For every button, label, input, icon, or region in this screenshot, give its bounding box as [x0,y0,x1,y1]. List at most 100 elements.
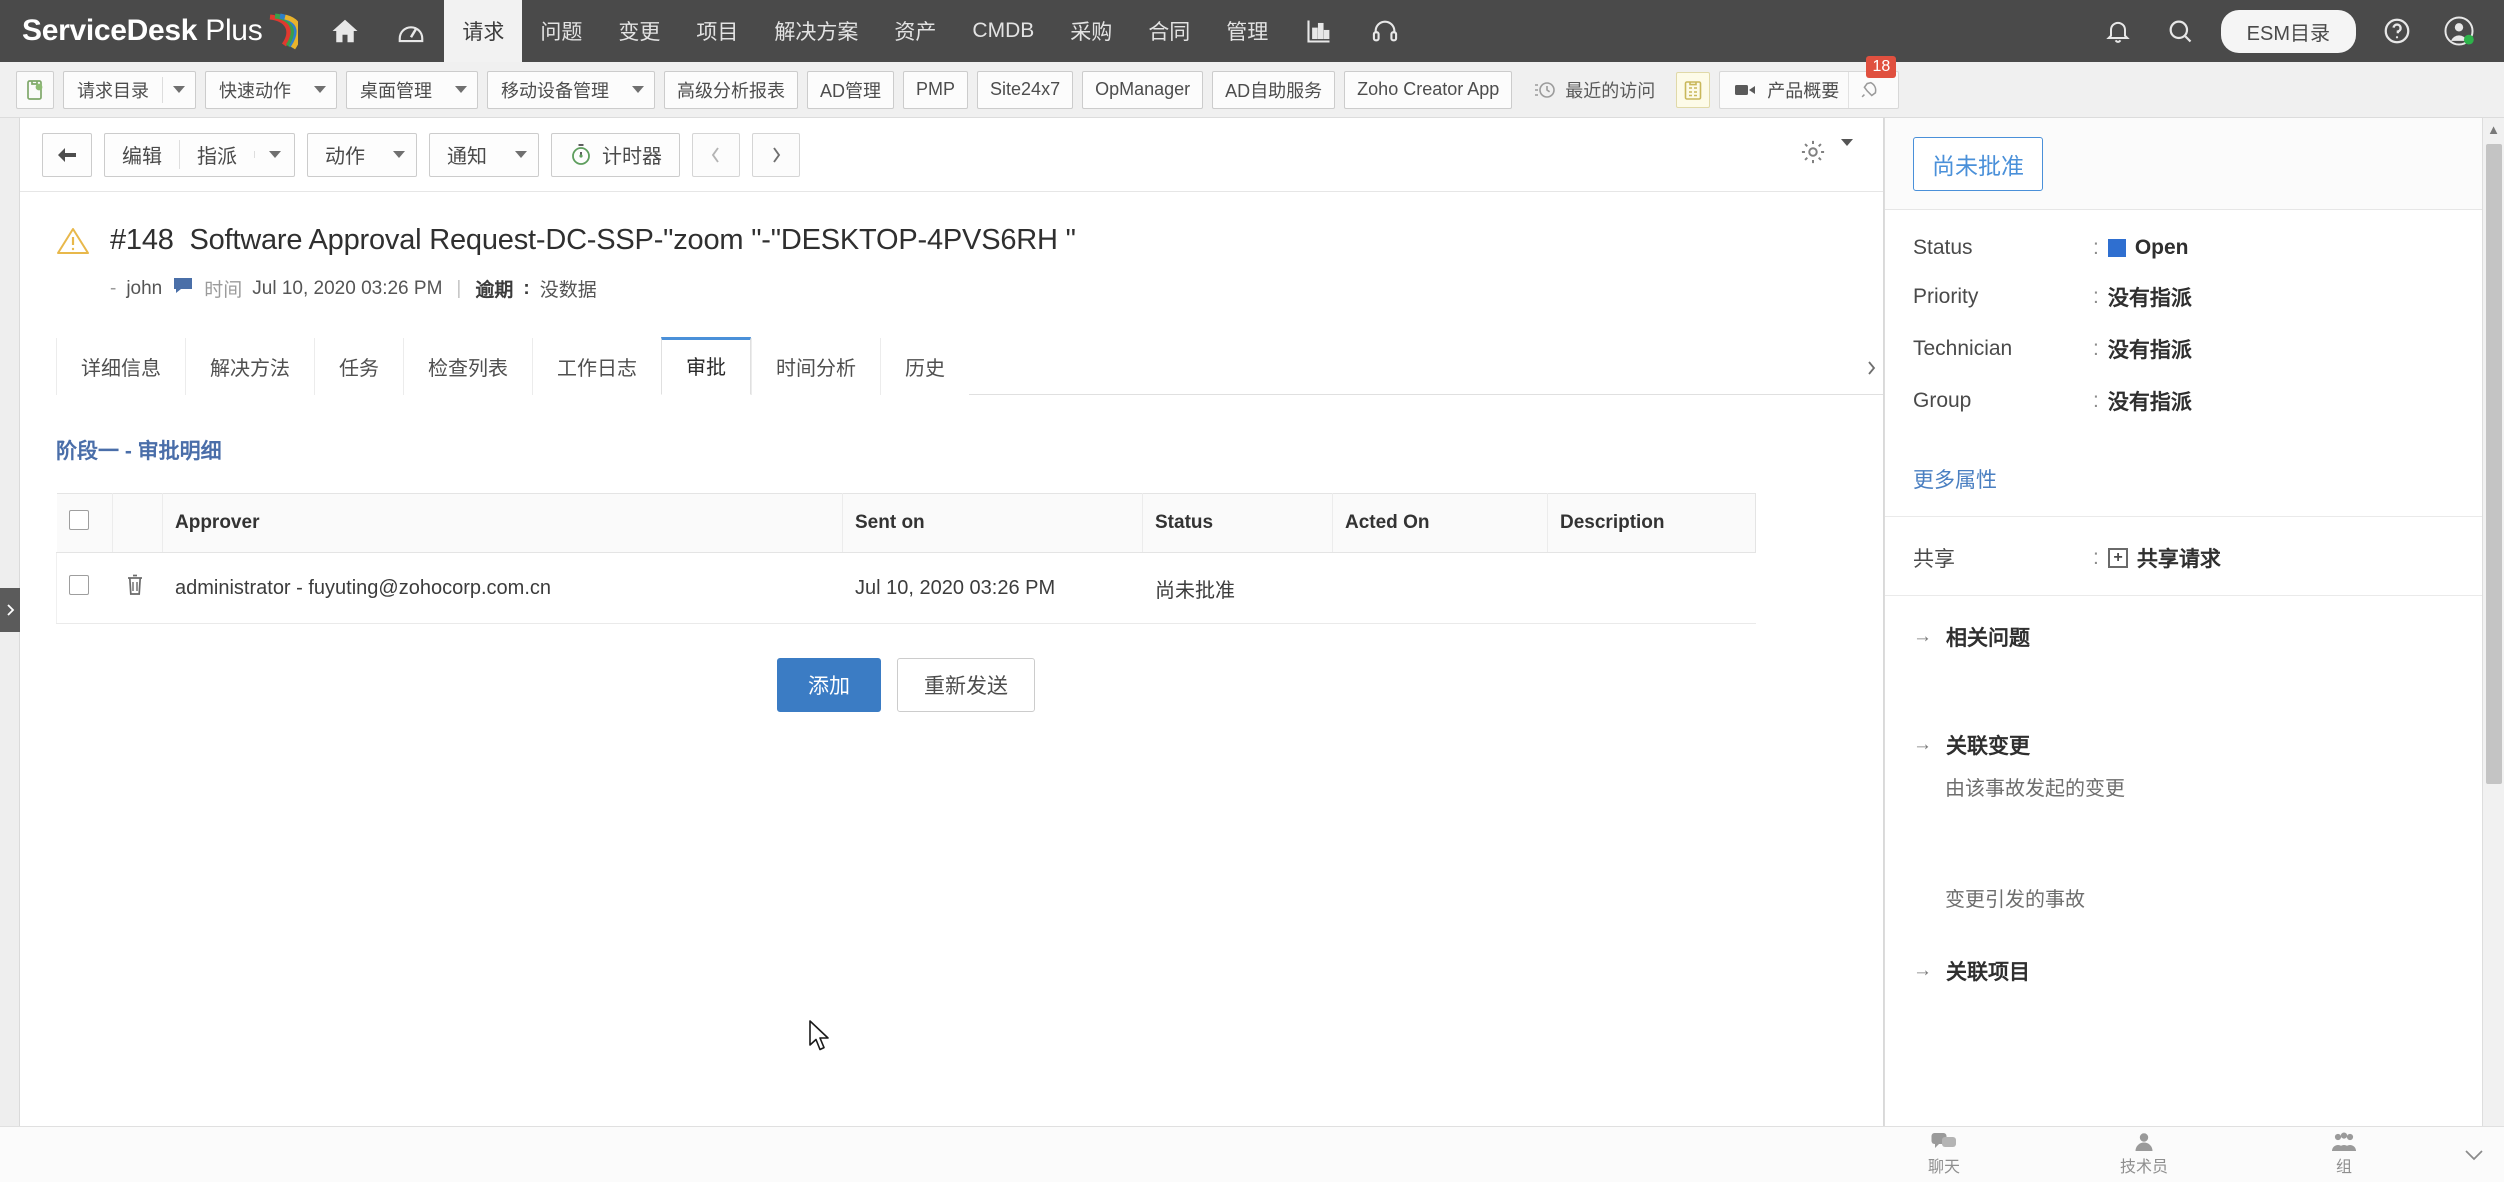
previous-request-button[interactable] [692,133,740,177]
scroll-up-arrow-icon[interactable]: ▲ [2483,118,2504,140]
zoho-creator-app-button[interactable]: Zoho Creator App [1344,71,1512,109]
related-changes-header[interactable]: → 关联变更 [1913,730,2476,760]
next-request-button[interactable] [752,133,800,177]
chevron-down-icon[interactable] [504,151,538,158]
more-properties-link[interactable]: 更多属性 [1913,464,1997,494]
request-catalog-icon[interactable] [16,71,54,109]
chevron-down-icon[interactable] [445,86,477,93]
table-row[interactable]: administrator - fuyuting@zohocorp.com.cn… [57,553,1756,624]
pmp-button[interactable]: PMP [903,71,968,109]
select-all-checkbox[interactable] [69,510,89,530]
related-projects-header[interactable]: → 关联项目 [1913,956,2476,986]
stage-title: 阶段一 - 审批明细 [56,435,1847,465]
change-initiated-by-incident[interactable]: 由该事故发起的变更 [1913,772,2476,801]
actions-dropdown[interactable]: 动作 [307,133,417,177]
quick-actions-dropdown[interactable]: 快速动作 [205,71,337,109]
trash-icon[interactable] [125,580,145,602]
ad-selfservice-button[interactable]: AD自助服务 [1212,71,1335,109]
esm-directory-button[interactable]: ESM目录 [2221,10,2356,53]
mobile-device-management-dropdown[interactable]: 移动设备管理 [487,71,655,109]
resend-button[interactable]: 重新发送 [897,658,1035,712]
product-overview-button[interactable]: 产品概要 18 [1719,71,1899,109]
column-description[interactable]: Description [1548,494,1756,553]
edit-button[interactable]: 编辑 [105,140,179,169]
tab-resolution[interactable]: 解决方法 [185,338,314,395]
field-technician-value[interactable]: 没有指派 [2108,334,2192,364]
field-priority-value[interactable]: 没有指派 [2108,282,2192,312]
field-status-value-wrap[interactable]: Open [2108,236,2189,260]
chat-panel-button[interactable]: 聊天 [1844,1132,2044,1177]
search-icon[interactable] [2149,17,2211,45]
technician-panel-button[interactable]: 技术员 [2044,1132,2244,1177]
user-avatar-icon[interactable] [2428,15,2490,47]
status-badge[interactable]: 尚未批准 [1913,137,2043,191]
home-icon[interactable] [312,0,378,62]
tab-checklist[interactable]: 检查列表 [403,338,532,395]
tab-time-analysis[interactable]: 时间分析 [751,338,880,395]
ad-management-button[interactable]: AD管理 [807,71,894,109]
share-request-button[interactable]: + 共享请求 [2108,543,2221,573]
dashboard-gauge-icon[interactable] [378,0,444,62]
nav-item-changes[interactable]: 变更 [600,0,678,62]
bell-icon[interactable] [2087,17,2149,45]
nav-item-contracts[interactable]: 合同 [1130,0,1208,62]
notify-dropdown[interactable]: 通知 [429,133,539,177]
rocket-icon[interactable]: 18 [1848,72,1888,108]
add-approver-button[interactable]: 添加 [777,658,881,712]
tab-worklog[interactable]: 工作日志 [532,338,661,395]
tab-details[interactable]: 详细信息 [56,338,185,395]
column-acted-on[interactable]: Acted On [1333,494,1548,553]
tab-history[interactable]: 历史 [880,338,969,395]
column-status[interactable]: Status [1143,494,1333,553]
advanced-analytics-button[interactable]: 高级分析报表 [664,71,798,109]
chevron-down-icon[interactable] [1841,146,1853,164]
column-approver[interactable]: Approver [163,494,843,553]
bar-chart-icon[interactable] [1286,0,1352,62]
brand-logo[interactable]: ServiceDesk Plus [0,0,312,62]
chevron-down-icon[interactable] [304,86,336,93]
page-scrollbar[interactable]: ▲ [2482,118,2504,1126]
nav-item-requests[interactable]: 请求 [444,0,522,62]
incident-caused-by-change[interactable]: 变更引发的事故 [1913,883,2476,912]
scrollbar-thumb[interactable] [2486,144,2502,784]
site24x7-button[interactable]: Site24x7 [977,71,1073,109]
request-catalog-dropdown[interactable]: 请求目录 [63,71,196,109]
chevron-down-icon[interactable] [622,86,654,93]
nav-item-projects[interactable]: 项目 [678,0,756,62]
expand-sidebar-button[interactable] [0,588,20,632]
opmanager-button[interactable]: OpManager [1082,71,1203,109]
comment-bubble-icon[interactable] [172,276,194,302]
timer-button[interactable]: 计时器 [551,133,680,177]
nav-item-purchase[interactable]: 采购 [1052,0,1130,62]
row-checkbox[interactable] [69,575,89,595]
chevron-down-icon[interactable] [163,86,195,93]
nav-item-problems[interactable]: 问题 [522,0,600,62]
question-mark-icon[interactable] [2366,16,2428,46]
chevron-down-icon[interactable] [254,151,294,158]
edit-assign-group[interactable]: 编辑 指派 [104,133,295,177]
gear-icon[interactable] [1799,138,1827,171]
nav-item-assets[interactable]: 资产 [876,0,954,62]
stopwatch-icon [569,143,593,167]
approval-status-bar: 尚未批准 [1885,118,2504,210]
overdue-label: 逾期 [475,275,513,302]
back-button[interactable] [42,133,92,177]
nav-item-cmdb[interactable]: CMDB [954,0,1052,62]
group-panel-button[interactable]: 组 [2244,1132,2444,1177]
nav-item-solutions[interactable]: 解决方案 [756,0,876,62]
clipboard-icon[interactable] [1676,72,1710,108]
column-sent-on[interactable]: Sent on [843,494,1143,553]
related-problems-header[interactable]: → 相关问题 [1913,622,2476,652]
headset-icon[interactable] [1352,0,1418,62]
chevron-down-icon[interactable] [382,151,416,158]
nav-item-admin[interactable]: 管理 [1208,0,1286,62]
tab-tasks[interactable]: 任务 [314,338,403,395]
assign-button[interactable]: 指派 [179,140,254,169]
chevron-down-icon [2464,1149,2484,1161]
collapse-bottom-bar-button[interactable] [2444,1149,2504,1161]
desktop-management-dropdown[interactable]: 桌面管理 [346,71,478,109]
tab-expand-chevron-right-icon[interactable] [1866,360,1877,382]
field-group-value[interactable]: 没有指派 [2108,386,2192,416]
tab-approvals[interactable]: 审批 [661,337,751,395]
recent-visits-button[interactable]: 最近的访问 [1521,71,1667,109]
